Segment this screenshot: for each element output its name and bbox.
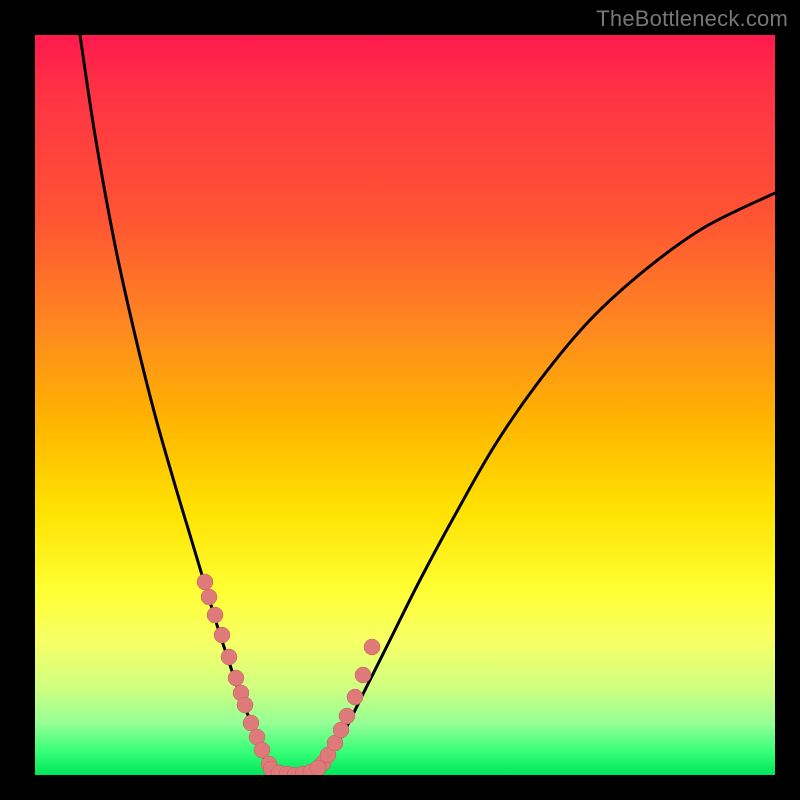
left-curve bbox=[80, 35, 271, 769]
valley-floor-markers bbox=[263, 760, 326, 775]
chart-marker bbox=[333, 722, 349, 738]
plot-area bbox=[35, 35, 775, 775]
chart-marker bbox=[228, 670, 244, 686]
right-curve-markers bbox=[315, 639, 380, 771]
watermark-text: TheBottleneck.com bbox=[596, 6, 788, 32]
chart-marker bbox=[339, 708, 355, 724]
chart-marker bbox=[221, 649, 237, 665]
chart-marker bbox=[364, 639, 380, 655]
chart-marker bbox=[237, 697, 253, 713]
chart-frame: TheBottleneck.com bbox=[0, 0, 800, 800]
chart-marker bbox=[197, 574, 213, 590]
chart-marker bbox=[243, 715, 259, 731]
chart-svg bbox=[35, 35, 775, 775]
left-curve-markers bbox=[197, 574, 277, 772]
chart-marker bbox=[214, 627, 230, 643]
chart-marker bbox=[207, 607, 223, 623]
chart-marker bbox=[355, 667, 371, 683]
chart-marker bbox=[201, 589, 217, 605]
right-curve bbox=[318, 193, 775, 768]
chart-marker bbox=[254, 742, 270, 758]
chart-marker bbox=[347, 689, 363, 705]
chart-marker bbox=[310, 760, 326, 775]
